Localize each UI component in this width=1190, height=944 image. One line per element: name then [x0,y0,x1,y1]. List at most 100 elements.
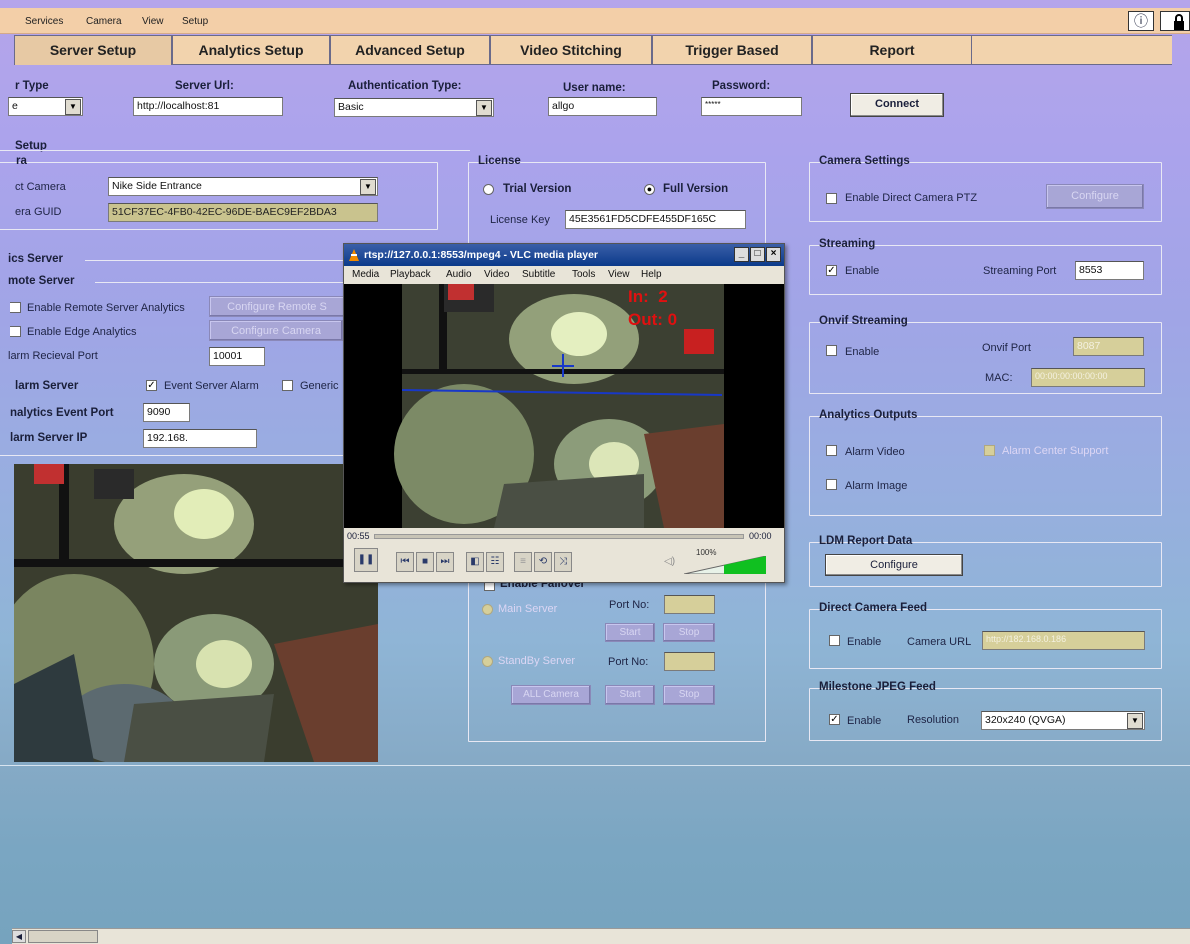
menu-services[interactable]: Services [25,16,63,27]
chevron-down-icon[interactable]: ▼ [1127,713,1143,729]
milestone-enable-label: Enable [847,715,882,727]
tab-trigger-based[interactable]: Trigger Based [652,35,812,65]
menu-setup[interactable]: Setup [182,16,208,27]
vlc-menu-media[interactable]: Media [352,269,379,280]
speaker-icon[interactable]: ◁) [664,556,675,567]
select-camera-combo[interactable]: Nike Side Entrance ▼ [108,177,378,196]
vlc-menu-subtitle[interactable]: Subtitle [522,269,555,280]
streaming-title: Streaming [819,238,876,250]
user-name-input[interactable]: allgo [548,97,657,116]
direct-feed-enable-label: Enable [847,636,882,648]
vlc-menu-playback[interactable]: Playback [390,269,431,280]
loop-icon[interactable]: ⟲ [534,552,552,572]
alarm-video-checkbox[interactable] [826,445,837,456]
onvif-title: Onvif Streaming [819,315,908,327]
menu-view[interactable]: View [142,16,164,27]
ptz-checkbox[interactable] [826,193,837,204]
vlc-menu-audio[interactable]: Audio [446,269,472,280]
pause-icon[interactable]: ❚❚ [354,548,378,572]
standby-port-input [664,652,715,671]
tab-video-stitching[interactable]: Video Stitching [490,35,652,65]
alarm-port-input[interactable]: 10001 [209,347,265,366]
next-icon[interactable]: ⏭ [436,552,454,572]
ptz-configure-button[interactable]: Configure [1046,184,1144,209]
chevron-down-icon[interactable]: ▼ [476,100,492,116]
event-server-alarm-checkbox[interactable]: ✓ [146,380,157,391]
vlc-window[interactable]: rtsp://127.0.0.1:8553/mpeg4 - VLC media … [343,243,785,583]
shuffle-icon[interactable]: ⤨ [554,552,572,572]
menu-camera[interactable]: Camera [86,16,122,27]
chevron-down-icon[interactable]: ▼ [65,99,81,115]
horizontal-scrollbar[interactable]: ◀ [12,928,1190,944]
server-url-label: Server Url: [175,80,234,92]
server-url-input[interactable]: http://localhost:81 [133,97,283,116]
vlc-menu-view[interactable]: View [608,269,630,280]
resolution-combo[interactable]: 320x240 (QVGA) ▼ [981,711,1145,730]
configure-remote-button[interactable]: Configure Remote S [209,296,345,317]
auth-type-combo[interactable]: Basic ▼ [334,98,494,117]
direct-feed-checkbox[interactable] [829,635,840,646]
maximize-icon[interactable]: □ [750,247,765,262]
standby-stop-button[interactable]: Stop [663,685,715,705]
onvif-enable-label: Enable [845,346,880,358]
scroll-thumb[interactable] [28,930,98,943]
vlc-seek-bar[interactable] [374,534,744,539]
standby-server-radio[interactable] [482,656,493,667]
tab-server-setup[interactable]: Server Setup [14,35,172,65]
vlc-menu-tools[interactable]: Tools [572,269,595,280]
onvif-enable-checkbox[interactable] [826,345,837,356]
all-camera-button[interactable]: ALL Camera [511,685,591,705]
connect-button[interactable]: Connect [850,93,944,117]
close-icon[interactable]: × [766,247,781,262]
resolution-label: Resolution [907,714,959,726]
event-server-alarm-label: Event Server Alarm [164,380,259,392]
playlist-icon[interactable]: ≡ [514,552,532,572]
divider [0,455,343,456]
fullscreen-icon[interactable]: ◧ [466,552,484,572]
alarm-video-label: Alarm Video [845,446,905,458]
info-icon[interactable]: ⓘ [1128,11,1154,31]
tab-report[interactable]: Report [812,35,972,65]
user-name-label: User name: [563,82,626,94]
scroll-left-icon[interactable]: ◀ [12,930,26,943]
vlc-video[interactable]: In: 2 Out: 0 [344,284,784,528]
standby-start-button[interactable]: Start [605,685,655,705]
minimize-icon[interactable]: _ [734,247,749,262]
extended-settings-icon[interactable]: ☷ [486,552,504,572]
ldm-configure-button[interactable]: Configure [825,554,963,576]
main-server-radio[interactable] [482,604,493,615]
stop-icon[interactable]: ■ [416,552,434,572]
password-input[interactable]: ***** [701,97,802,116]
trial-version-label: Trial Version [503,183,572,195]
streaming-port-input[interactable]: 8553 [1075,261,1144,280]
configure-camera-button[interactable]: Configure Camera [209,320,343,341]
volume-slider[interactable] [683,555,767,575]
enable-remote-checkbox[interactable] [10,302,21,313]
vlc-titlebar[interactable]: rtsp://127.0.0.1:8553/mpeg4 - VLC media … [344,244,784,266]
enable-edge-checkbox[interactable] [10,326,21,337]
remote-server-title: mote Server [8,275,75,287]
generic-checkbox[interactable] [282,380,293,391]
previous-icon[interactable]: ⏮ [396,552,414,572]
trial-version-radio[interactable] [483,184,494,195]
vlc-menu-video[interactable]: Video [484,269,509,280]
alarm-ip-input[interactable]: 192.168. [143,429,257,448]
full-version-radio[interactable]: ● [644,184,655,195]
main-stop-button[interactable]: Stop [663,623,715,642]
tab-advanced-setup[interactable]: Advanced Setup [330,35,490,65]
alarm-center-checkbox[interactable] [984,445,995,456]
onvif-port-label: Onvif Port [982,342,1031,354]
milestone-enable-checkbox[interactable]: ✓ [829,714,840,725]
streaming-enable-checkbox[interactable]: ✓ [826,265,837,276]
tab-analytics-setup[interactable]: Analytics Setup [172,35,330,65]
server-type-combo[interactable]: e ▼ [8,97,83,116]
vlc-menu-help[interactable]: Help [641,269,662,280]
lock-icon[interactable] [1160,11,1190,31]
enable-edge-label: Enable Edge Analytics [27,326,137,338]
alarm-image-checkbox[interactable] [826,479,837,490]
main-start-button[interactable]: Start [605,623,655,642]
enable-remote-label: Enable Remote Server Analytics [27,302,185,314]
license-key-input[interactable]: 45E3561FD5CDFE455DF165C [565,210,746,229]
chevron-down-icon[interactable]: ▼ [360,179,376,195]
event-port-input[interactable]: 9090 [143,403,190,422]
